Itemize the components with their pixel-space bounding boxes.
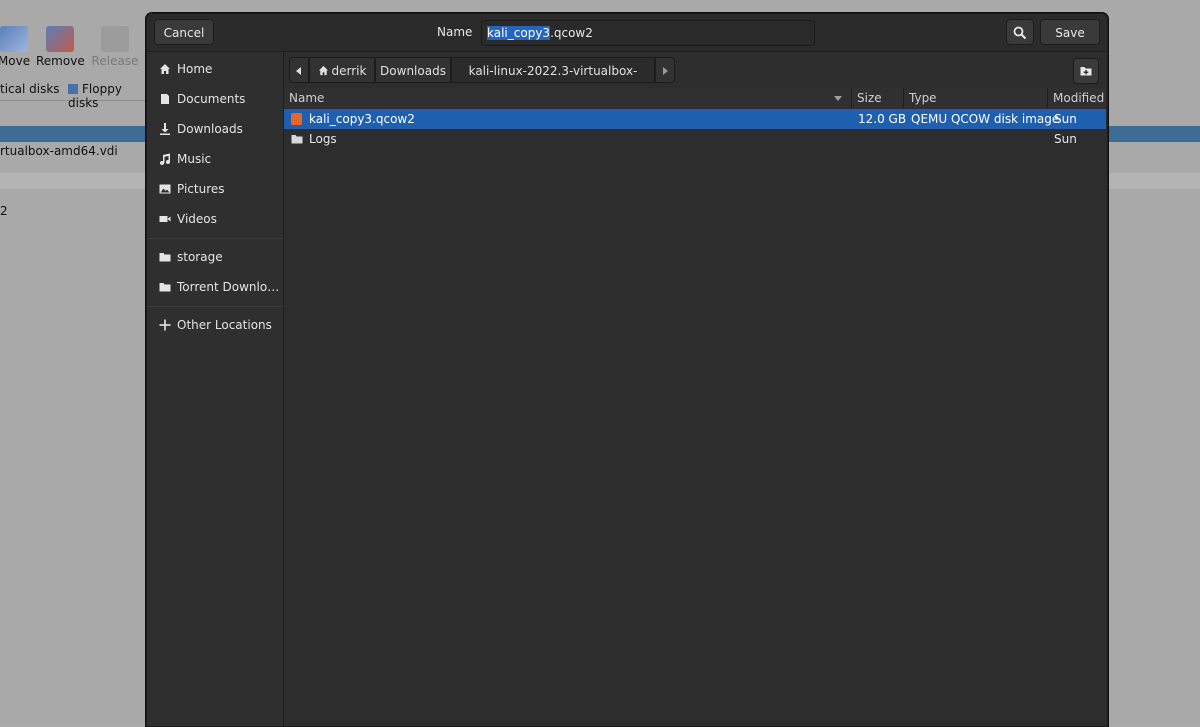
release-button: Release	[91, 26, 139, 68]
file-list: Name Size Type Modified kali_copy3.qcow2…	[284, 88, 1106, 726]
document-icon	[161, 94, 169, 104]
move-label: Move	[0, 54, 31, 68]
file-size: 12.0 GB	[858, 112, 907, 126]
sidebar-item-label: Torrent Downlo…	[177, 280, 280, 294]
new-folder-button[interactable]	[1073, 58, 1099, 84]
release-label: Release	[91, 54, 139, 68]
filename-selection: kali_copy3	[487, 26, 551, 40]
sidebar-item-home[interactable]: Home	[147, 56, 283, 82]
search-button[interactable]	[1006, 19, 1034, 45]
sidebar-item-label: Other Locations	[177, 318, 272, 332]
column-header-label: Name	[289, 91, 325, 105]
path-crumb-downloads[interactable]: Downloads	[375, 57, 451, 83]
sidebar-separator	[147, 238, 283, 239]
column-header-size[interactable]: Size	[852, 88, 904, 108]
chevron-right-icon	[663, 67, 668, 75]
folder-icon	[291, 135, 303, 144]
remove-button: Remove	[36, 26, 85, 68]
floppy-disks-tab: Floppy disks	[68, 82, 146, 110]
optical-disks-tab: tical disks	[0, 82, 60, 96]
dialog-headerbar: Cancel Name kali_copy3.qcow2 Save	[147, 14, 1107, 52]
folder-icon	[159, 283, 171, 292]
path-crumb-label: derrik	[331, 64, 367, 78]
floppy-icon	[68, 84, 78, 94]
filename-input[interactable]: kali_copy3.qcow2	[481, 20, 815, 46]
file-name: kali_copy3.qcow2	[309, 112, 415, 126]
sort-down-icon	[834, 96, 842, 101]
file-row[interactable]: Logs Sun	[284, 129, 1106, 149]
column-header-name[interactable]: Name	[284, 88, 852, 108]
sidebar-item-label: Videos	[177, 212, 217, 226]
picture-icon	[159, 184, 171, 194]
chevron-left-icon	[296, 67, 301, 75]
folder-icon	[159, 253, 171, 262]
download-icon	[160, 123, 170, 135]
sidebar-item-downloads[interactable]: Downloads	[147, 116, 283, 142]
file-name: Logs	[309, 132, 337, 146]
sidebar-item-label: Downloads	[177, 122, 243, 136]
sidebar-item-label: Home	[177, 62, 213, 76]
save-file-dialog: Cancel Name kali_copy3.qcow2 Save Home D…	[146, 13, 1108, 727]
sidebar-item-videos[interactable]: Videos	[147, 206, 283, 232]
file-modified: Sun	[1054, 132, 1077, 146]
column-header-modified[interactable]: Modified	[1048, 88, 1106, 108]
release-icon	[101, 26, 129, 52]
home-icon	[318, 65, 328, 76]
plus-icon	[159, 319, 171, 331]
sidebar-item-label: storage	[177, 250, 223, 264]
file-row[interactable]: kali_copy3.qcow2 12.0 GB QEMU QCOW disk …	[284, 109, 1106, 129]
sidebar-separator	[147, 306, 283, 307]
file-type: QEMU QCOW disk image	[911, 112, 1060, 126]
file-modified: Sun	[1054, 112, 1077, 126]
path-crumb-home[interactable]: derrik	[309, 57, 375, 83]
save-button[interactable]: Save	[1040, 19, 1100, 45]
move-icon	[0, 26, 28, 52]
sidebar-item-label: Music	[177, 152, 212, 166]
cancel-button[interactable]: Cancel	[154, 19, 214, 45]
remove-label: Remove	[36, 54, 85, 68]
parent-tabs: tical disks Floppy disks	[0, 78, 146, 110]
path-back-button[interactable]	[289, 57, 309, 83]
sidebar-item-torrent-downloads[interactable]: Torrent Downlo…	[147, 274, 283, 300]
disk-image-icon	[291, 113, 302, 125]
sidebar-item-storage[interactable]: storage	[147, 244, 283, 270]
filename-extension: .qcow2	[550, 26, 593, 40]
video-icon	[159, 216, 171, 222]
path-forward-button[interactable]	[655, 57, 675, 83]
sidebar-item-label: Documents	[177, 92, 246, 106]
new-folder-icon	[1080, 67, 1092, 76]
sidebar-item-label: Pictures	[177, 182, 225, 196]
name-label: Name	[437, 25, 473, 39]
sidebar-item-pictures[interactable]: Pictures	[147, 176, 283, 202]
sidebar-item-documents[interactable]: Documents	[147, 86, 283, 112]
places-sidebar: Home Documents Downloads Music Pictures …	[147, 52, 284, 726]
column-header-type[interactable]: Type	[904, 88, 1048, 108]
home-icon	[160, 64, 170, 74]
move-button: Move	[0, 26, 38, 68]
path-crumb-current[interactable]: kali-linux-2022.3-virtualbox-amd64	[451, 57, 655, 104]
search-icon	[1013, 26, 1027, 40]
remove-icon	[46, 26, 74, 52]
sidebar-item-music[interactable]: Music	[147, 146, 283, 172]
music-icon	[160, 153, 170, 165]
sidebar-item-other-locations[interactable]: Other Locations	[147, 312, 283, 338]
